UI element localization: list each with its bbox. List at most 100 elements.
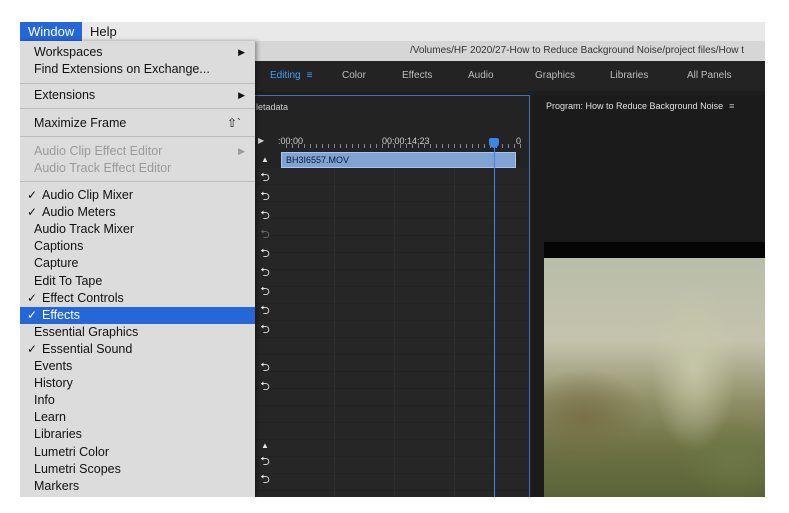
checkmark-icon: ✓ xyxy=(27,205,38,220)
undo-arrow-icon[interactable]: ⮌ xyxy=(259,472,271,486)
menu-item-label: Workspaces xyxy=(34,45,103,59)
menu-item-audio-meters[interactable]: ✓ Audio Meters xyxy=(20,204,255,221)
tab-effects[interactable]: Effects xyxy=(402,61,432,91)
menu-item-label: Events xyxy=(34,359,73,373)
menu-item-label: Edit To Tape xyxy=(34,273,103,288)
menu-item-workspaces[interactable]: Workspaces ▶ xyxy=(20,44,255,61)
menu-item-audio-track-effect-editor: Audio Track Effect Editor xyxy=(20,160,255,177)
menu-item-markers[interactable]: Markers xyxy=(20,478,255,495)
menu-separator xyxy=(20,181,255,182)
menu-item-label: Capture xyxy=(34,256,79,271)
menu-item-find-extensions[interactable]: Find Extensions on Exchange... xyxy=(20,61,255,78)
menu-item-capture[interactable]: Capture xyxy=(20,255,255,272)
menu-item-label: Learn xyxy=(34,410,66,425)
menu-item-label: Captions xyxy=(34,239,84,254)
panel-header[interactable]: letadata xyxy=(254,96,288,118)
tab-editing-label: Editing xyxy=(270,70,301,81)
time-ruler[interactable]: ▶ :00:00 00:00:14:23 0 xyxy=(254,134,529,148)
menu-separator xyxy=(20,108,255,109)
window-menu-dropdown: Workspaces ▶ Find Extensions on Exchange… xyxy=(20,41,255,497)
menu-item-history[interactable]: History xyxy=(20,375,255,392)
letterbox-bar xyxy=(544,242,765,258)
checkmark-icon: ✓ xyxy=(27,341,38,356)
undo-arrow-icon[interactable]: ⮌ xyxy=(259,322,271,336)
menu-item-label: Lumetri Scopes xyxy=(34,461,121,476)
undo-arrow-icon[interactable]: ⮌ xyxy=(259,189,271,203)
menu-item-label: Essential Graphics xyxy=(34,324,139,339)
menu-item-learn[interactable]: Learn xyxy=(20,409,255,426)
program-title: Program: How to Reduce Background Noise xyxy=(546,101,724,111)
undo-arrow-icon[interactable]: ⮌ xyxy=(259,379,271,393)
playhead-line xyxy=(494,140,495,497)
menu-item-effect-controls[interactable]: ✓ Effect Controls xyxy=(20,290,255,307)
undo-arrow-icon[interactable]: ⮌ xyxy=(259,208,271,222)
menu-window[interactable]: Window xyxy=(20,22,83,41)
panel-menu-icon[interactable]: ≡ xyxy=(729,101,734,111)
menu-item-label: Essential Sound xyxy=(42,341,133,356)
menu-item-label: Effect Controls xyxy=(42,290,124,305)
track-area[interactable] xyxy=(254,168,529,497)
menu-bar: Window Help xyxy=(20,22,765,41)
tab-editing[interactable]: Editing ≡ xyxy=(270,61,312,91)
checkmark-icon: ✓ xyxy=(27,188,38,202)
undo-arrow-icon[interactable]: ⮌ xyxy=(259,170,271,184)
menu-item-events[interactable]: Events xyxy=(20,358,255,375)
menu-item-essential-sound[interactable]: ✓ Essential Sound xyxy=(20,341,255,358)
menu-item-captions[interactable]: Captions xyxy=(20,238,255,255)
menu-item-lumetri-color[interactable]: Lumetri Color xyxy=(20,444,255,461)
menu-item-label: Info xyxy=(34,393,55,408)
tab-libraries[interactable]: Libraries xyxy=(610,61,648,91)
keyboard-shortcut: ⇧` xyxy=(226,116,241,130)
menu-item-edit-to-tape[interactable]: Edit To Tape xyxy=(20,273,255,290)
menu-item-label: Maximize Frame xyxy=(34,116,127,130)
menu-item-label: Extensions xyxy=(34,88,96,102)
undo-arrow-icon[interactable]: ⮌ xyxy=(259,360,271,374)
menu-item-maximize-frame[interactable]: Maximize Frame ⇧` xyxy=(20,115,255,132)
undo-arrow-icon[interactable]: ⮌ xyxy=(259,246,271,260)
tab-color[interactable]: Color xyxy=(342,61,366,91)
workspace-menu-icon[interactable]: ≡ xyxy=(307,70,313,81)
menu-item-label: Audio Clip Mixer xyxy=(42,188,134,202)
playhead-handle[interactable] xyxy=(489,138,499,148)
undo-arrow-icon[interactable]: ⮌ xyxy=(259,284,271,298)
play-icon[interactable]: ▶ xyxy=(258,134,264,148)
collapse-up-icon[interactable]: ▲ xyxy=(259,439,271,453)
tab-all-panels[interactable]: All Panels xyxy=(687,61,731,91)
menu-item-lumetri-scopes[interactable]: Lumetri Scopes xyxy=(20,461,255,478)
menu-separator xyxy=(20,136,255,137)
menu-item-label: Find Extensions on Exchange... xyxy=(34,62,210,76)
undo-arrow-icon[interactable]: ⮌ xyxy=(259,227,271,241)
menu-item-libraries[interactable]: Libraries xyxy=(20,426,255,443)
menu-item-label: Audio Meters xyxy=(42,205,116,220)
menu-item-label: Libraries xyxy=(34,427,82,442)
menu-item-label: Audio Clip Effect Editor xyxy=(34,144,163,158)
timeline-clip[interactable]: BH3I6557.MOV xyxy=(281,152,516,168)
tab-graphics[interactable]: Graphics xyxy=(535,61,575,91)
menu-item-audio-clip-mixer[interactable]: ✓ Audio Clip Mixer xyxy=(20,187,255,204)
program-monitor[interactable]: Program: How to Reduce Background Noise ≡ xyxy=(532,95,765,497)
app-screen: Window Help /Volumes/HF 2020/27-How to R… xyxy=(20,22,765,497)
menu-item-audio-track-mixer[interactable]: Audio Track Mixer xyxy=(20,221,255,238)
grid-line xyxy=(454,168,455,497)
grid-line xyxy=(394,168,395,497)
menu-item-label: History xyxy=(34,376,73,391)
checkmark-icon: ✓ xyxy=(27,290,38,305)
collapse-up-icon[interactable]: ▲ xyxy=(259,153,271,167)
undo-arrow-icon[interactable]: ⮌ xyxy=(259,265,271,279)
menu-separator xyxy=(20,83,255,84)
menu-item-effects[interactable]: ✓ Effects xyxy=(20,306,255,324)
undo-arrow-icon[interactable]: ⮌ xyxy=(259,303,271,317)
submenu-arrow-icon: ▶ xyxy=(238,90,245,100)
menu-item-label: Audio Track Mixer xyxy=(34,222,135,237)
menu-item-label: Effects xyxy=(42,307,80,322)
menu-item-extensions[interactable]: Extensions ▶ xyxy=(20,87,255,104)
submenu-arrow-icon: ▶ xyxy=(238,47,245,57)
menu-item-essential-graphics[interactable]: Essential Graphics xyxy=(20,324,255,341)
undo-arrow-icon[interactable]: ⮌ xyxy=(259,454,271,468)
menu-help[interactable]: Help xyxy=(82,22,125,41)
menu-item-label: Lumetri Color xyxy=(34,444,110,459)
tab-audio[interactable]: Audio xyxy=(468,61,494,91)
menu-item-info[interactable]: Info xyxy=(20,392,255,409)
timeline-panel[interactable]: letadata ▶ :00:00 00:00:14:23 0 ▲ BH3I65… xyxy=(253,95,530,497)
program-header[interactable]: Program: How to Reduce Background Noise ≡ xyxy=(544,95,734,117)
